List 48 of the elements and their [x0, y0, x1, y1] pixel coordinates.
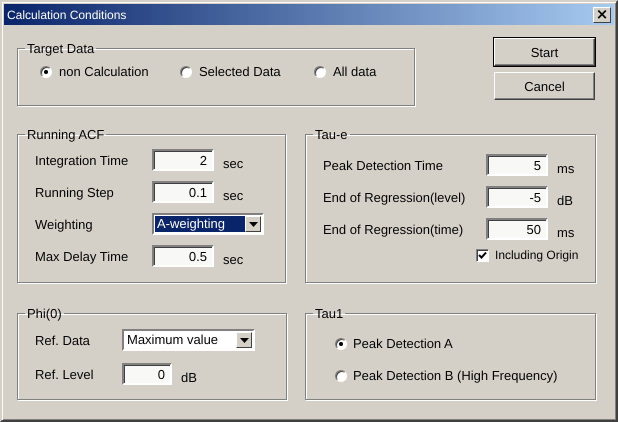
field-label: Running Step: [35, 184, 115, 200]
close-button[interactable]: ×: [593, 6, 611, 22]
input-field[interactable]: 2: [152, 149, 214, 171]
start-button[interactable]: Start: [494, 38, 595, 66]
dropdown[interactable]: A-weighting: [152, 213, 264, 235]
input-field[interactable]: -5: [486, 186, 548, 208]
field-label: Integration Time: [35, 152, 130, 168]
unit-label: dB: [557, 192, 573, 208]
checkbox[interactable]: Including Origin: [476, 248, 595, 262]
group-title: Phi(0): [26, 306, 63, 321]
radio-circle[interactable]: [335, 370, 347, 382]
input-field[interactable]: 50: [486, 218, 548, 240]
radio-button[interactable]: Selected Data: [180, 64, 314, 79]
input-field[interactable]: 0.5: [152, 245, 214, 267]
unit-label: ms: [557, 160, 574, 176]
radio-circle[interactable]: [40, 66, 52, 78]
radio-button[interactable]: All data: [314, 64, 376, 79]
field-label: Max Delay Time: [35, 248, 130, 264]
field-label: Ref. Data: [35, 332, 91, 348]
window-title: Calculation Conditions: [7, 8, 126, 22]
field-label: Ref. Level: [35, 366, 95, 382]
field-label: Weighting: [35, 216, 94, 232]
input-field[interactable]: 0.1: [152, 181, 214, 203]
radio-circle[interactable]: [180, 66, 192, 78]
dropdown[interactable]: Maximum value: [122, 329, 255, 351]
radio-button[interactable]: Peak Detection B (High Frequency): [335, 368, 595, 383]
caret-icon: [248, 222, 258, 226]
field-label: End of Regression(time): [323, 222, 464, 236]
group-title: Tau-e: [314, 127, 349, 142]
input-field[interactable]: 0: [122, 363, 172, 385]
unit-label: ms: [557, 224, 574, 240]
field-label: Peak Detection Time: [323, 158, 444, 172]
group-title: Running ACF: [26, 127, 106, 142]
unit-label: sec: [223, 154, 244, 170]
caret-icon: [240, 338, 248, 342]
radio-button[interactable]: non Calculation: [40, 64, 180, 79]
group-title: Target Data: [26, 41, 96, 56]
cancel-button[interactable]: Cancel: [494, 72, 595, 100]
field-label: End of Regression(level): [323, 190, 466, 204]
radio-button[interactable]: Peak Detection A: [335, 336, 595, 351]
unit-label: dB: [181, 368, 197, 384]
unit-label: sec: [223, 250, 244, 266]
radio-circle[interactable]: [314, 66, 326, 78]
input-field[interactable]: 5: [486, 154, 548, 176]
radio-circle[interactable]: [335, 338, 347, 350]
check-icon: [478, 250, 487, 260]
group-title: Tau1: [314, 306, 344, 321]
unit-label: sec: [223, 186, 244, 202]
